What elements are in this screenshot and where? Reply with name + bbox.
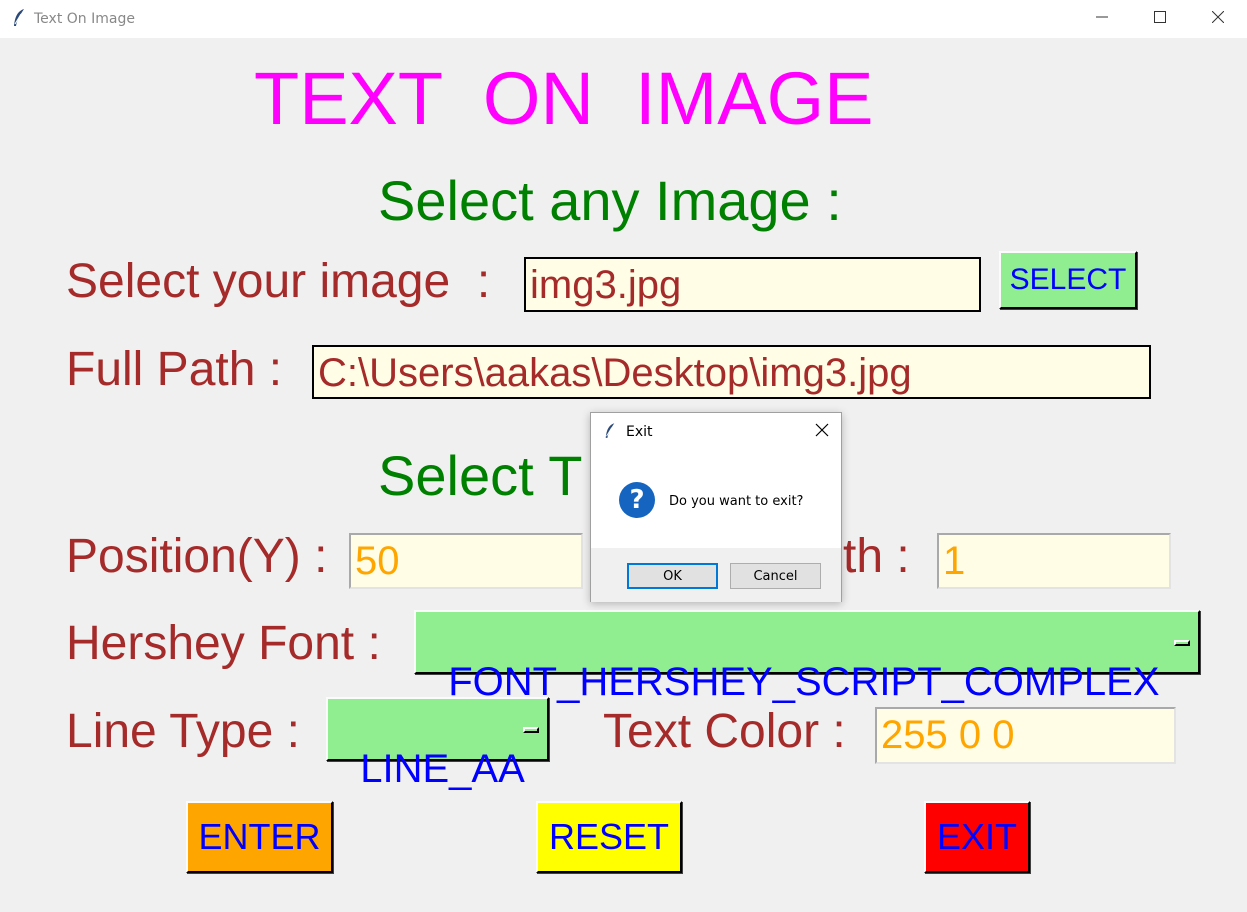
hershey-font-dropdown[interactable]: FONT_HERSHEY_SCRIPT_COMPLEX — [414, 610, 1200, 702]
dropdown-indicator-icon — [1174, 640, 1190, 646]
hershey-font-label: Hershey Font : — [66, 617, 381, 670]
feather-icon — [604, 422, 616, 445]
line-type-label: Line Type : — [66, 705, 300, 758]
maximize-icon — [1154, 10, 1166, 28]
full-path-input[interactable]: C:\Users\aakas\Desktop\img3.jpg — [312, 345, 1151, 399]
dialog-cancel-button[interactable]: Cancel — [730, 563, 821, 589]
close-button[interactable] — [1189, 0, 1247, 38]
exit-button[interactable]: EXIT — [924, 801, 1030, 873]
dropdown-indicator-icon — [523, 727, 539, 733]
position-y-label: Position(Y) : — [66, 530, 328, 583]
line-type-value: LINE_AA — [360, 747, 525, 791]
dialog-title: Exit — [626, 424, 653, 440]
image-name-input[interactable]: img3.jpg — [524, 257, 981, 312]
reset-button[interactable]: RESET — [536, 801, 682, 873]
window-title: Text On Image — [34, 11, 135, 27]
select-image-label: Select your image : — [66, 255, 491, 308]
section-select-image: Select any Image : — [378, 169, 842, 232]
minimize-icon — [1096, 10, 1108, 28]
close-icon — [1211, 10, 1225, 28]
window-titlebar: Text On Image — [0, 0, 1247, 38]
section-select-text: Select T — [378, 444, 583, 507]
position-y-input[interactable]: 50 — [349, 533, 583, 589]
question-icon: ? — [619, 482, 655, 518]
app-title: TEXT ON IMAGE — [254, 57, 874, 140]
minimize-button[interactable] — [1073, 0, 1131, 38]
feather-icon — [12, 8, 26, 33]
text-color-label: Text Color : — [603, 705, 846, 758]
thickness-label: th : — [843, 530, 910, 583]
select-button[interactable]: SELECT — [999, 251, 1137, 309]
thickness-input[interactable]: 1 — [937, 533, 1171, 589]
maximize-button[interactable] — [1131, 0, 1189, 38]
dialog-message: Do you want to exit? — [669, 494, 804, 509]
dialog-close-icon[interactable] — [815, 423, 831, 439]
dialog-ok-button[interactable]: OK — [627, 563, 718, 589]
line-type-dropdown[interactable]: LINE_AA — [326, 697, 549, 789]
enter-button[interactable]: ENTER — [186, 801, 333, 873]
text-color-input[interactable]: 255 0 0 — [875, 707, 1176, 764]
hershey-font-value: FONT_HERSHEY_SCRIPT_COMPLEX — [448, 660, 1160, 704]
full-path-label: Full Path : — [66, 343, 283, 396]
exit-dialog: Exit ? Do you want to exit? OK Cancel — [590, 412, 842, 602]
